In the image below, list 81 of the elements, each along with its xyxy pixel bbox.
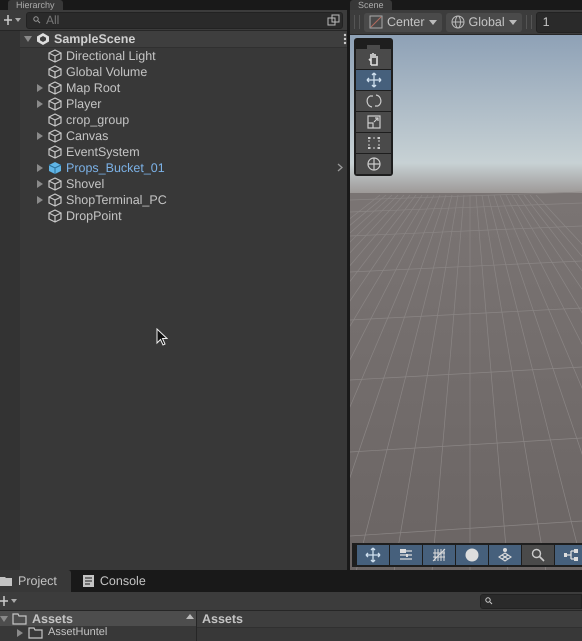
expand-arrow[interactable] [36, 132, 44, 140]
move-arrows-icon [366, 72, 382, 88]
breadcrumb[interactable]: Assets [197, 611, 582, 628]
transform-tool-button[interactable] [356, 154, 391, 174]
nodes-icon [563, 547, 579, 563]
layers-icon [497, 547, 513, 563]
add-menu-icon[interactable] [0, 596, 18, 606]
search-icon [33, 16, 42, 24]
folder-item[interactable]: Assets [0, 611, 196, 626]
cube-icon [48, 177, 62, 191]
move-arrows-icon [365, 547, 381, 563]
prefab-cube-icon [48, 161, 62, 175]
hierarchy-tab[interactable]: Hierarchy [8, 0, 63, 10]
hierarchy-item[interactable]: Shovel [66, 177, 104, 191]
cube-icon [48, 97, 62, 111]
cube-icon [48, 65, 62, 79]
cube-icon [48, 49, 62, 63]
grid-icon [431, 547, 447, 563]
caret-icon [428, 20, 437, 24]
expand-arrow[interactable] [24, 35, 32, 43]
panel-tab[interactable]: Console [70, 570, 158, 592]
pivot-dropdown[interactable]: Center [364, 12, 442, 32]
hierarchy-item[interactable]: EventSystem [66, 145, 140, 159]
chevron-right-icon[interactable] [337, 163, 343, 172]
layers-overlay-button[interactable] [489, 545, 521, 565]
hierarchy-item[interactable]: Map Root [66, 81, 120, 95]
grid-overlay-button[interactable] [423, 545, 455, 565]
transform-icon [366, 156, 382, 172]
space-dropdown[interactable]: Global [446, 12, 522, 32]
hierarchy-item[interactable]: crop_group [66, 113, 130, 127]
search-overlay-button[interactable] [522, 545, 554, 565]
folder-icon [0, 576, 12, 586]
scale-tool-button[interactable] [356, 112, 391, 132]
cube-icon [48, 113, 62, 127]
expand-arrow[interactable] [36, 180, 44, 188]
cube-icon [48, 81, 62, 95]
hierarchy-item[interactable]: ShopTerminal_PC [66, 193, 167, 207]
caret-icon [508, 20, 517, 24]
rotate-icon [366, 93, 382, 109]
hierarchy-item[interactable]: Directional Light [66, 49, 156, 63]
move-overlay-button[interactable] [357, 545, 389, 565]
hierarchy-item[interactable]: Props_Bucket_01 [66, 161, 165, 175]
cube-icon [48, 193, 62, 207]
search-field[interactable] [480, 594, 582, 608]
hierarchy-item[interactable]: Player [66, 97, 102, 111]
add-menu-icon[interactable] [4, 15, 22, 25]
console-icon [82, 575, 94, 587]
pivot-icon [369, 15, 383, 29]
cube-icon [48, 145, 62, 159]
expand-arrow[interactable] [36, 100, 44, 108]
hierarchy-item[interactable]: Canvas [66, 129, 108, 143]
sliders-overlay-button[interactable] [390, 545, 422, 565]
mouse-cursor-icon [156, 328, 168, 346]
expand-arrow[interactable] [36, 164, 44, 172]
scale-icon [366, 114, 382, 130]
snap-field[interactable]: 1 [536, 12, 582, 32]
globe-icon [450, 15, 465, 29]
folder-item[interactable]: AssetHuntel [0, 626, 196, 639]
move-tool-button[interactable] [356, 70, 391, 90]
search-icon [530, 547, 546, 563]
folder-icon [12, 612, 28, 624]
cube-icon [48, 209, 62, 223]
search-icon [485, 597, 494, 605]
panel-tab[interactable]: Project [0, 570, 71, 592]
rect-tool-button[interactable] [356, 133, 391, 153]
scroll-up-icon[interactable] [186, 614, 194, 619]
hierarchy-item[interactable]: Global Volume [66, 65, 148, 79]
sphere-icon [464, 547, 480, 563]
sphere-overlay-button[interactable] [456, 545, 488, 565]
scene-tab[interactable]: Scene [350, 0, 392, 10]
folder-icon [28, 626, 44, 638]
rect-tool-icon [366, 135, 382, 151]
expand-arrow[interactable] [36, 196, 44, 204]
rotate-tool-button[interactable] [356, 91, 391, 111]
expand-arrow[interactable] [36, 84, 44, 92]
more-options-icon[interactable] [343, 33, 347, 45]
hand-tool-button[interactable] [356, 49, 391, 69]
window-toggle-icon[interactable] [327, 14, 340, 26]
hierarchy-item[interactable]: DropPoint [66, 209, 122, 223]
nodes-overlay-button[interactable] [555, 545, 582, 565]
cube-icon [48, 129, 62, 143]
